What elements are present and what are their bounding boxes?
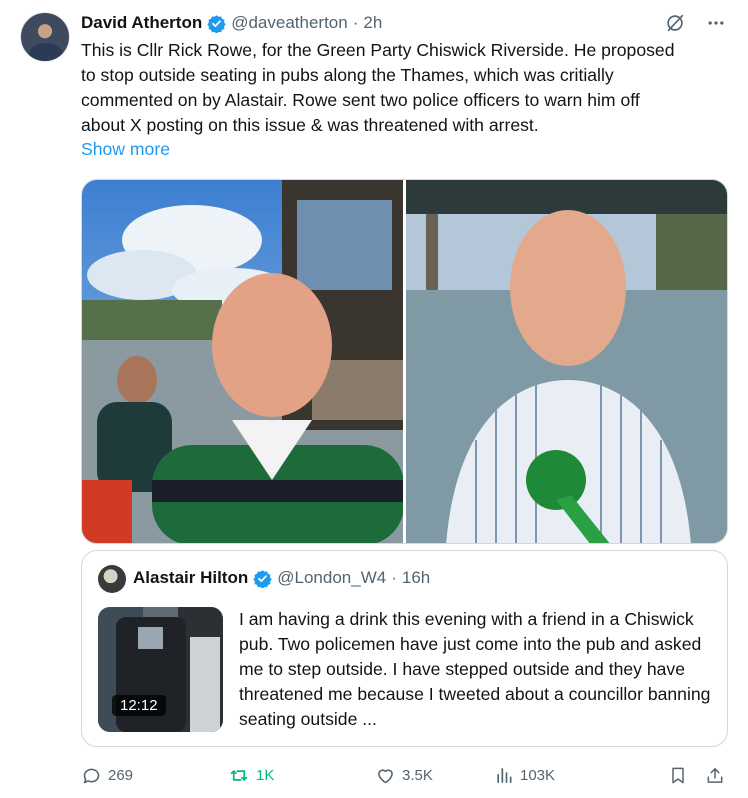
repost-icon bbox=[228, 765, 250, 786]
reply-icon bbox=[81, 765, 102, 786]
quoted-video-thumbnail[interactable]: 12:12 bbox=[98, 607, 223, 732]
heart-icon bbox=[375, 765, 396, 786]
tweet-header: David Atherton @daveatherton · 2h bbox=[81, 12, 382, 34]
bookmark-button[interactable] bbox=[668, 762, 688, 788]
post-time[interactable]: 2h bbox=[363, 13, 382, 33]
show-more-link[interactable]: Show more bbox=[81, 139, 170, 160]
tweet-text: This is Cllr Rick Rowe, for the Green Pa… bbox=[81, 40, 675, 135]
repost-count: 1K bbox=[256, 766, 275, 784]
share-button[interactable] bbox=[705, 762, 725, 788]
reply-count: 269 bbox=[108, 766, 134, 784]
photo-selfie[interactable] bbox=[82, 180, 403, 543]
top-icons bbox=[664, 12, 726, 34]
tweet[interactable]: David Atherton @daveatherton · 2h This i… bbox=[0, 0, 748, 798]
quoted-header: Alastair Hilton @London_W4 · 16h bbox=[133, 568, 431, 589]
views-count: 103K bbox=[520, 766, 556, 784]
reply-button[interactable]: 269 bbox=[81, 762, 133, 788]
author-handle[interactable]: @daveatherton bbox=[231, 13, 348, 33]
more-icon[interactable] bbox=[706, 13, 726, 33]
like-count: 3.5K bbox=[402, 766, 433, 784]
verified-badge-icon bbox=[253, 569, 272, 589]
verified-badge-icon bbox=[207, 14, 226, 34]
repost-button[interactable]: 1K bbox=[228, 762, 274, 788]
quoted-author-handle: @London_W4 bbox=[277, 568, 387, 587]
quoted-tweet[interactable]: Alastair Hilton @London_W4 · 16h 12:12 I… bbox=[81, 550, 728, 747]
bookmark-icon bbox=[668, 765, 688, 786]
like-button[interactable]: 3.5K bbox=[375, 762, 433, 788]
share-icon bbox=[705, 765, 725, 786]
author-name[interactable]: David Atherton bbox=[81, 13, 202, 33]
views-button[interactable]: 103K bbox=[494, 762, 555, 788]
views-icon bbox=[494, 765, 514, 786]
grok-icon[interactable] bbox=[664, 12, 686, 34]
separator-dot: · bbox=[391, 568, 397, 587]
photo-portrait[interactable] bbox=[406, 180, 727, 543]
quoted-time: 16h bbox=[401, 568, 431, 587]
author-avatar[interactable] bbox=[20, 12, 70, 62]
quoted-author-avatar bbox=[98, 565, 126, 593]
separator-dot: · bbox=[352, 13, 359, 32]
quoted-text: I am having a drink this evening with a … bbox=[239, 609, 711, 729]
media-grid[interactable] bbox=[81, 179, 728, 544]
quoted-author-name: Alastair Hilton bbox=[133, 568, 249, 587]
action-bar: 269 1K 3.5K 103K bbox=[81, 762, 728, 788]
video-duration: 12:12 bbox=[112, 695, 166, 716]
